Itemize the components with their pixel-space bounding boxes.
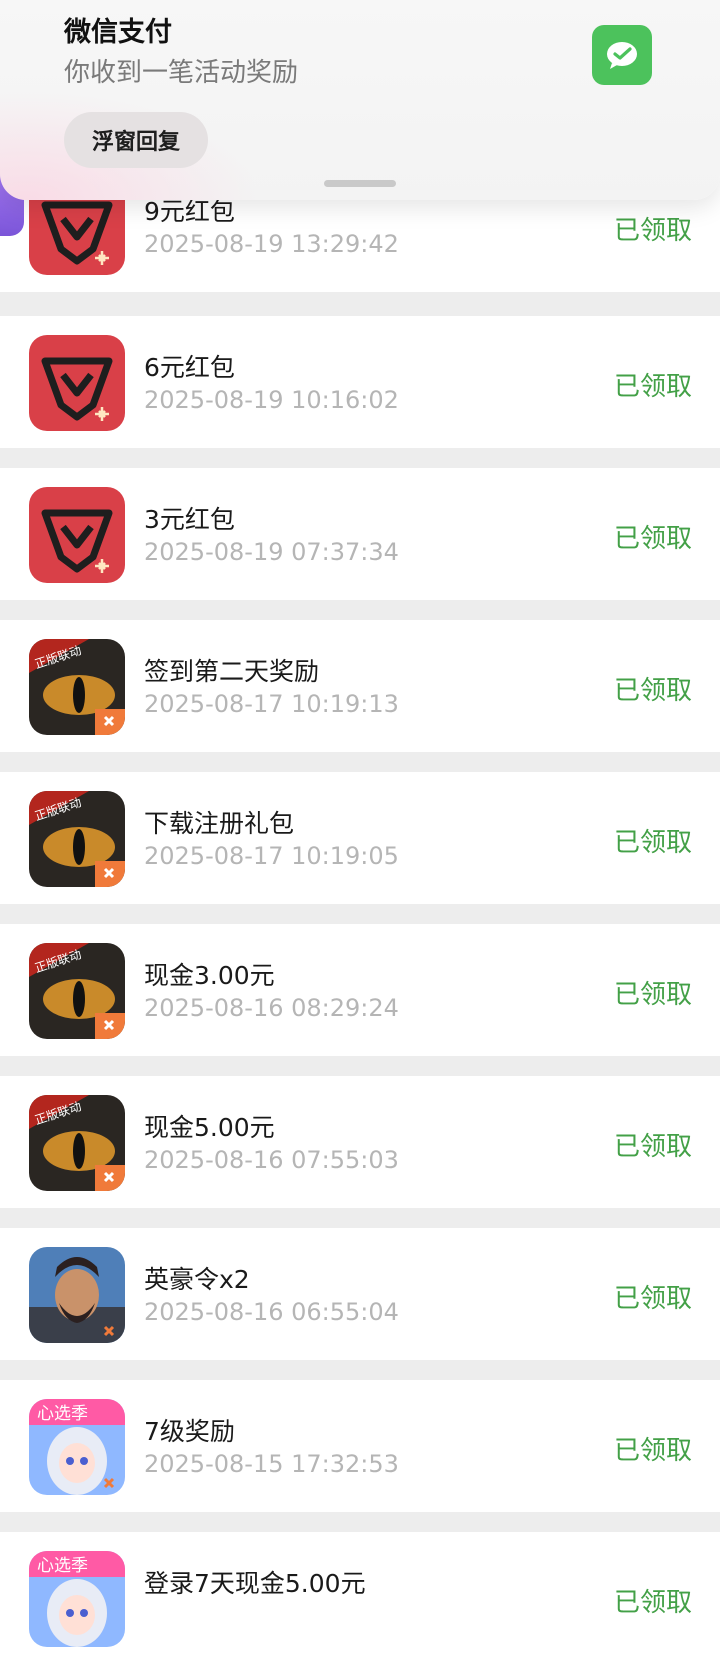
status-claimed: 已领取 (613, 1436, 692, 1466)
game-shield-icon (29, 487, 125, 583)
item-time: 2025-08-17 10:19:13 (144, 690, 399, 718)
item-time: 2025-08-17 10:19:05 (144, 842, 399, 870)
game-shield-icon (29, 335, 125, 431)
item-time: 2025-08-19 07:37:34 (144, 538, 399, 566)
item-title: 登录7天现金5.00元 (144, 1569, 366, 1598)
wechat-pay-icon (592, 25, 652, 85)
list-item[interactable]: 6元红包 2025-08-19 10:16:02 已领取 (0, 316, 720, 448)
list-item[interactable]: 3元红包 2025-08-19 07:37:34 已领取 (0, 468, 720, 600)
list-item[interactable]: 正版联动 现金5.00元 2025-08-16 07:55:03 已领取 (0, 1076, 720, 1208)
status-claimed: 已领取 (613, 1284, 692, 1314)
item-time: 2025-08-16 07:55:03 (144, 1146, 399, 1174)
status-claimed: 已领取 (613, 1132, 692, 1162)
item-title: 7级奖励 (144, 1417, 235, 1446)
item-time: 2025-08-16 06:55:04 (144, 1298, 399, 1326)
item-title: 6元红包 (144, 353, 235, 382)
list-item[interactable]: 正版联动 现金3.00元 2025-08-16 08:29:24 已领取 (0, 924, 720, 1056)
item-time: 2025-08-15 17:32:53 (144, 1450, 399, 1478)
status-claimed: 已领取 (613, 828, 692, 858)
warrior-portrait-icon (29, 1247, 125, 1343)
badge-text: 心选季 (37, 1404, 88, 1424)
notification-app-name: 微信支付 (64, 17, 172, 48)
item-title: 英豪令x2 (144, 1265, 250, 1294)
item-title: 下载注册礼包 (144, 809, 295, 838)
drag-handle[interactable] (324, 180, 396, 187)
status-claimed: 已领取 (613, 524, 692, 554)
notification-message: 你收到一笔活动奖励 (64, 58, 299, 88)
list-item[interactable]: 英豪令x2 2025-08-16 06:55:04 已领取 (0, 1228, 720, 1360)
list-item[interactable]: 正版联动 下载注册礼包 2025-08-17 10:19:05 已领取 (0, 772, 720, 904)
item-time: 2025-08-19 10:16:02 (144, 386, 399, 414)
anime-girl-icon: 心选季 (29, 1399, 125, 1495)
dragon-eye-icon: 正版联动 (29, 943, 125, 1039)
float-reply-button[interactable]: 浮窗回复 (64, 112, 208, 168)
dragon-eye-icon: 正版联动 (29, 791, 125, 887)
item-time: 2025-08-16 08:29:24 (144, 994, 399, 1022)
badge-text: 心选季 (37, 1556, 88, 1576)
dragon-eye-icon: 正版联动 (29, 1095, 125, 1191)
dragon-eye-icon: 正版联动 (29, 639, 125, 735)
anime-girl-icon: 心选季 (29, 1551, 125, 1647)
status-claimed: 已领取 (613, 1588, 692, 1618)
status-claimed: 已领取 (613, 980, 692, 1010)
list-item[interactable]: 正版联动 签到第二天奖励 2025-08-17 10:19:13 已领取 (0, 620, 720, 752)
item-title: 3元红包 (144, 505, 235, 534)
notification-banner[interactable]: 微信支付 你收到一笔活动奖励 浮窗回复 (0, 0, 720, 200)
item-title: 签到第二天奖励 (144, 657, 320, 686)
item-title: 现金3.00元 (144, 961, 275, 990)
item-title: 现金5.00元 (144, 1113, 275, 1142)
status-claimed: 已领取 (613, 216, 692, 246)
list-item[interactable]: 心选季 登录7天现金5.00元 已领取 (0, 1532, 720, 1664)
list-item[interactable]: 心选季 7级奖励 2025-08-15 17:32:53 已领取 (0, 1380, 720, 1512)
status-claimed: 已领取 (613, 372, 692, 402)
status-claimed: 已领取 (613, 676, 692, 706)
item-time: 2025-08-19 13:29:42 (144, 230, 399, 258)
